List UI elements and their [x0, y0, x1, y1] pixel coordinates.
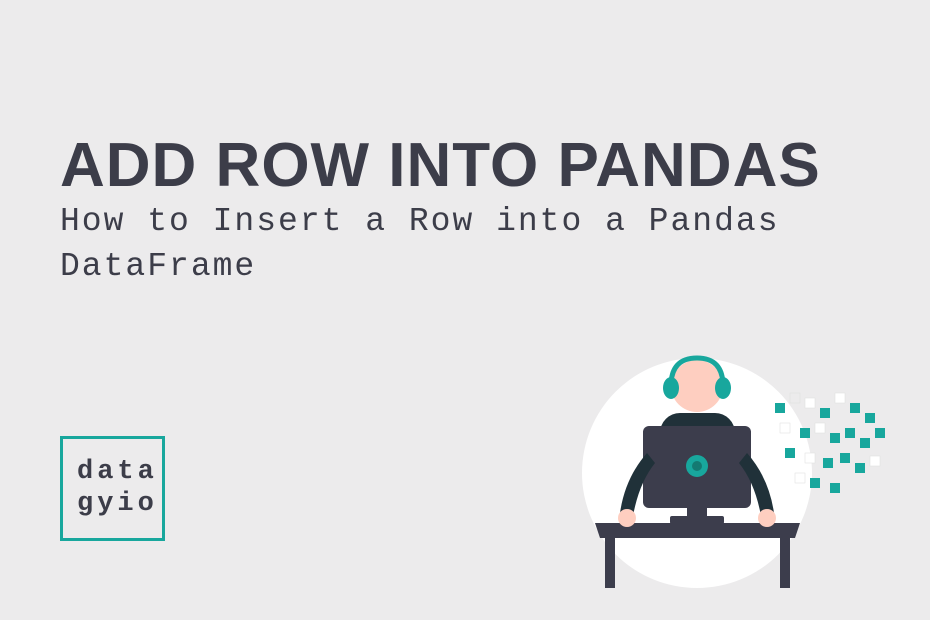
- logo-line-2: gyio: [77, 489, 158, 520]
- datagy-logo: data gyio: [60, 436, 165, 541]
- person-computer-illustration: [565, 338, 895, 588]
- logo-line-1: data: [77, 457, 158, 488]
- page-subtitle: How to Insert a Row into a Pandas DataFr…: [60, 200, 820, 289]
- page-title: ADD ROW INTO PANDAS: [60, 130, 821, 201]
